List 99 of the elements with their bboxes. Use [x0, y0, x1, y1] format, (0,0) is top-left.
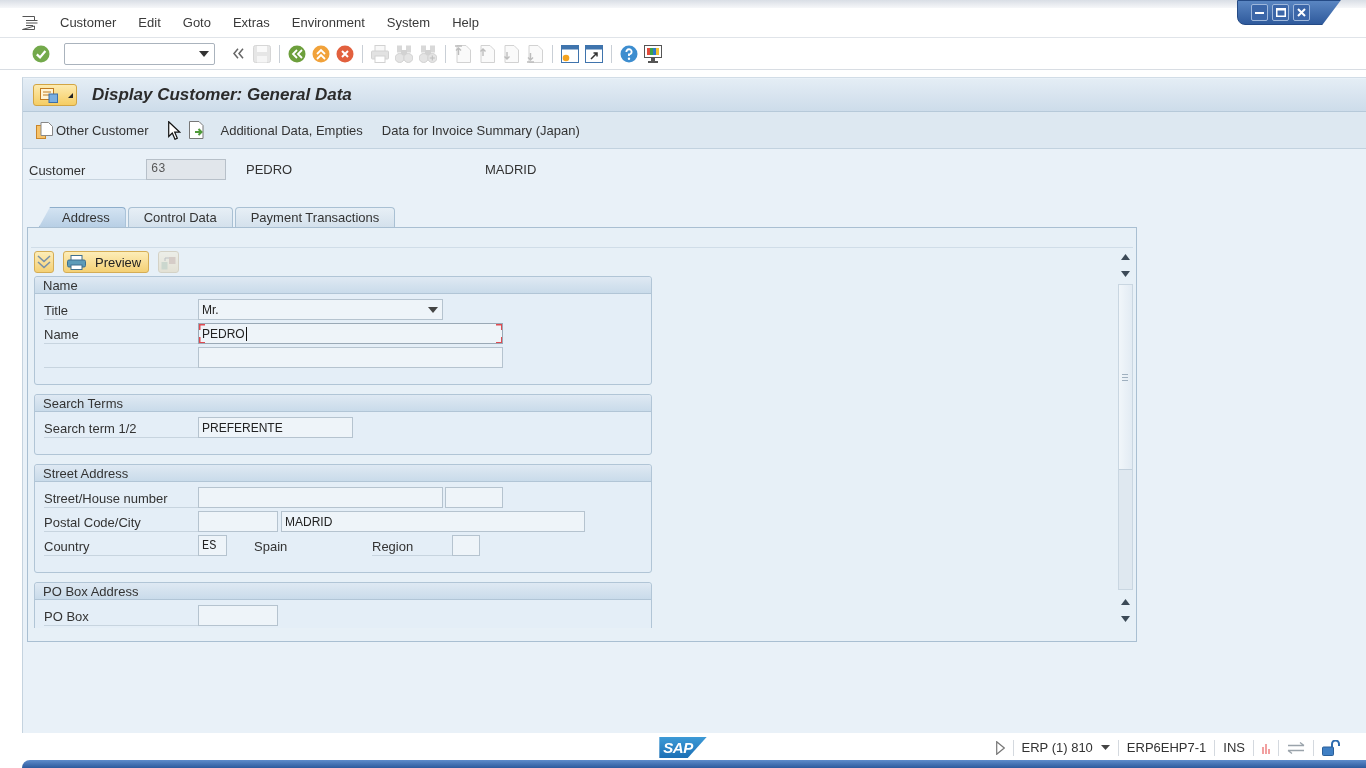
tab[interactable]: Address: [39, 207, 126, 227]
bar-chart-icon: [1262, 741, 1270, 754]
document-arrow-icon: [189, 121, 207, 139]
scrollbar-thumb[interactable]: [1118, 285, 1132, 470]
menu-item[interactable]: Environment: [291, 15, 365, 30]
cancel-icon: [336, 44, 354, 63]
preview-button[interactable]: Preview: [63, 251, 150, 273]
triangle-up-icon: [1120, 599, 1130, 605]
menu-button[interactable]: [22, 15, 38, 30]
maximize-button[interactable]: [1272, 4, 1289, 21]
page-down-icon: [502, 44, 520, 63]
lock-button[interactable]: [1322, 739, 1340, 756]
minimize-button[interactable]: [1251, 4, 1268, 21]
pointer-button[interactable]: [168, 120, 182, 140]
triangle-up-icon: [1120, 254, 1130, 260]
toolbar-text-button[interactable]: Data for Invoice Summary (Japan): [381, 122, 580, 138]
tab[interactable]: Control Data: [127, 207, 233, 227]
menu-item[interactable]: Help: [452, 15, 479, 30]
system-dropdown-button[interactable]: [1100, 745, 1110, 750]
name-field[interactable]: [198, 347, 503, 368]
input-mode: INS: [1223, 740, 1245, 755]
exit-icon: [312, 44, 330, 63]
page-down-end-icon: [526, 44, 544, 63]
caret-icon: [68, 92, 73, 98]
group-header: PO Box Address: [35, 583, 651, 600]
menu-item[interactable]: Customer: [60, 15, 117, 30]
exit-button[interactable]: [312, 44, 330, 63]
new-window-icon: [561, 44, 579, 63]
name-field[interactable]: PEDRO: [198, 323, 503, 344]
po-box-field[interactable]: [198, 605, 278, 626]
city-field[interactable]: MADRID: [281, 511, 585, 532]
customer-number-field[interactable]: 63: [146, 159, 226, 180]
triangle-down-icon: [1120, 616, 1130, 622]
back-icon: [288, 44, 306, 63]
documents-icon: [36, 121, 53, 139]
grip-icon: [1122, 373, 1128, 381]
region-field[interactable]: [452, 535, 480, 556]
double-chevron-down-icon: [37, 255, 51, 269]
screen-menu-button[interactable]: [33, 84, 77, 106]
new-session-button[interactable]: [561, 44, 579, 63]
triangle-down-icon: [1120, 271, 1130, 277]
check-icon: [32, 44, 50, 63]
help-button[interactable]: [620, 44, 638, 63]
document-button[interactable]: [189, 121, 207, 139]
caret-icon: [428, 306, 438, 313]
cancel-button[interactable]: [336, 44, 354, 63]
screen-title: Display Customer: General Data: [92, 85, 352, 105]
postal-code-field[interactable]: [198, 511, 278, 532]
system-name: ERP (1) 810: [1021, 740, 1093, 755]
maximize-icon: [1275, 8, 1286, 17]
scrollbar-track[interactable]: [1117, 284, 1133, 590]
sap-logo: SAP: [659, 737, 707, 758]
close-icon: [1297, 8, 1306, 17]
customer-name: PEDRO: [246, 162, 294, 177]
menu-item[interactable]: Edit: [138, 15, 161, 30]
shortcut-button[interactable]: [585, 44, 603, 63]
triangle-right-icon: [995, 740, 1005, 755]
layout-button[interactable]: [644, 44, 662, 63]
mouse-pointer-icon: [168, 120, 182, 140]
two-arrows-icon: [1287, 741, 1305, 754]
search-term-field[interactable]: PREFERENTE: [198, 417, 353, 438]
double-chevron-icon: [232, 48, 244, 59]
status-toggle-button[interactable]: [995, 740, 1005, 755]
country-name: Spain: [254, 538, 289, 556]
minimize-icon: [1255, 11, 1264, 14]
binoculars-icon: [395, 44, 413, 63]
page-up-icon: [478, 44, 496, 63]
close-button[interactable]: [1293, 4, 1310, 21]
caret-icon: [1100, 745, 1110, 750]
printer-icon: [371, 44, 389, 63]
menu-item[interactable]: Extras: [232, 15, 270, 30]
caret-icon: [199, 50, 209, 57]
toolbar-text-button[interactable]: Additional Data, Empties: [220, 122, 363, 138]
command-field[interactable]: [64, 42, 215, 65]
menu-box-icon: [22, 15, 38, 30]
menu-item[interactable]: System: [386, 15, 431, 30]
street-field[interactable]: [198, 487, 443, 508]
printer-icon: [67, 254, 86, 270]
help-icon: [620, 44, 638, 63]
expand-button[interactable]: [34, 251, 54, 273]
other-customer-button[interactable]: Other Customer: [36, 121, 149, 139]
menu-item[interactable]: Goto: [182, 15, 211, 30]
page-up-end-icon: [454, 44, 472, 63]
monitor-icon: [644, 44, 662, 63]
house-number-field[interactable]: [445, 487, 503, 508]
group-header: Name: [35, 277, 651, 294]
linked-squares-icon: [161, 254, 177, 270]
server-name: ERP6EHP7-1: [1126, 740, 1207, 755]
tab[interactable]: Payment Transactions: [234, 207, 396, 227]
enter-button[interactable]: [32, 44, 50, 63]
menu-list-icon: [40, 87, 58, 103]
title-dropdown[interactable]: Mr.: [198, 299, 443, 320]
group-header: Search Terms: [35, 395, 651, 412]
binoculars-plus-icon: [419, 44, 437, 63]
customer-city: MADRID: [485, 162, 537, 177]
country-field[interactable]: ES: [198, 535, 227, 556]
padlock-icon: [1322, 739, 1340, 756]
back-button[interactable]: [288, 44, 306, 63]
group-header: Street Address: [35, 465, 651, 482]
